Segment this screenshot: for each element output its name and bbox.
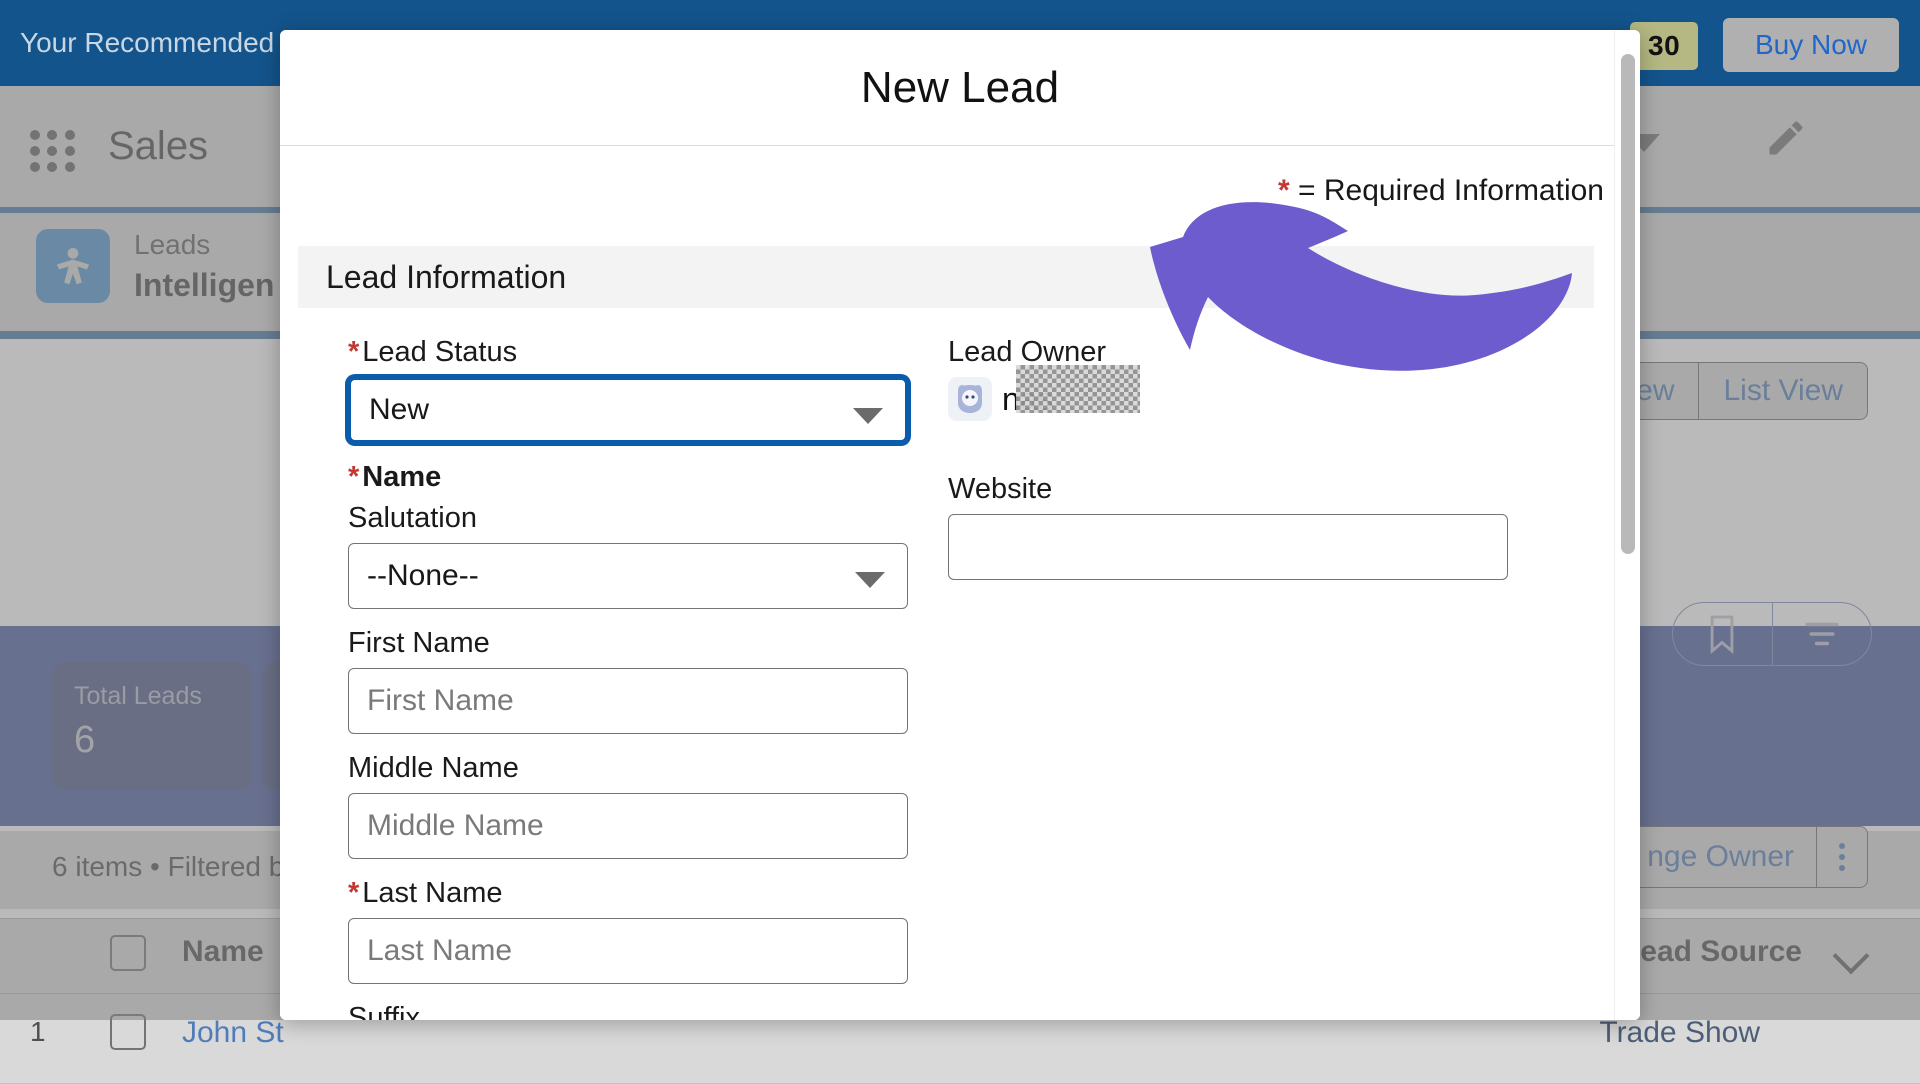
middle-name-placeholder: Middle Name — [367, 809, 544, 843]
field-label-middle-name: Middle Name — [348, 752, 908, 785]
field-last-name: *Last Name Last Name — [348, 877, 908, 984]
salutation-select[interactable]: --None-- — [348, 543, 908, 609]
required-asterisk-icon: * — [1278, 174, 1290, 207]
dropdown-caret-icon — [855, 572, 885, 588]
field-salutation: Salutation --None-- — [348, 502, 908, 609]
form-column-left: *Lead Status New *Name Salutation --None… — [348, 336, 908, 1020]
field-label-name: *Name — [348, 461, 908, 494]
lead-status-value: New — [369, 393, 429, 427]
vertical-scrollbar[interactable] — [1614, 30, 1640, 1020]
redaction-overlay — [1016, 365, 1140, 413]
last-name-input[interactable]: Last Name — [348, 918, 908, 984]
last-name-placeholder: Last Name — [367, 934, 512, 968]
field-label-website: Website — [948, 473, 1508, 506]
field-label-first-name: First Name — [348, 627, 908, 660]
first-name-input[interactable]: First Name — [348, 668, 908, 734]
field-lead-status: *Lead Status New — [348, 336, 908, 443]
row-lead-source: Trade Show — [1599, 1016, 1760, 1050]
modal-header: New Lead — [280, 30, 1640, 146]
section-header-lead-information: Lead Information — [298, 246, 1594, 308]
lead-owner-name[interactable]: nas — [1002, 381, 1054, 418]
section-title: Lead Information — [326, 259, 566, 296]
field-first-name: First Name First Name — [348, 627, 908, 734]
row-index: 1 — [30, 1016, 46, 1048]
field-suffix: Suffix Suffix — [348, 1002, 908, 1020]
new-lead-modal: New Lead * = Required Information Lead I… — [280, 30, 1640, 1020]
modal-title: New Lead — [861, 63, 1059, 113]
astro-avatar-icon — [948, 377, 992, 421]
dropdown-caret-icon — [853, 408, 883, 424]
field-label-salutation: Salutation — [348, 502, 908, 535]
lead-status-select[interactable]: New — [348, 377, 908, 443]
required-asterisk-icon: * — [348, 877, 359, 909]
salutation-value: --None-- — [367, 559, 479, 593]
middle-name-input[interactable]: Middle Name — [348, 793, 908, 859]
field-group-name: *Name — [348, 461, 908, 494]
website-input[interactable] — [948, 514, 1508, 580]
field-middle-name: Middle Name Middle Name — [348, 752, 908, 859]
field-label-last-name: *Last Name — [348, 877, 908, 910]
lead-owner-value-row: nas — [948, 377, 1508, 421]
field-label-lead-status: *Lead Status — [348, 336, 908, 369]
scrollbar-thumb[interactable] — [1621, 54, 1635, 554]
row-name-link[interactable]: John St — [182, 1016, 284, 1050]
required-information-legend: * = Required Information — [1278, 174, 1604, 208]
form-column-right: Lead Owner — [948, 336, 1508, 598]
required-legend-text: = Required Information — [1298, 174, 1604, 207]
modal-body: * = Required Information Lead Informatio… — [280, 146, 1640, 1020]
required-asterisk-icon: * — [348, 336, 359, 368]
first-name-placeholder: First Name — [367, 684, 514, 718]
field-label-suffix: Suffix — [348, 1002, 908, 1020]
field-website: Website — [948, 473, 1508, 580]
required-asterisk-icon: * — [348, 461, 359, 493]
field-lead-owner: Lead Owner — [948, 336, 1508, 421]
